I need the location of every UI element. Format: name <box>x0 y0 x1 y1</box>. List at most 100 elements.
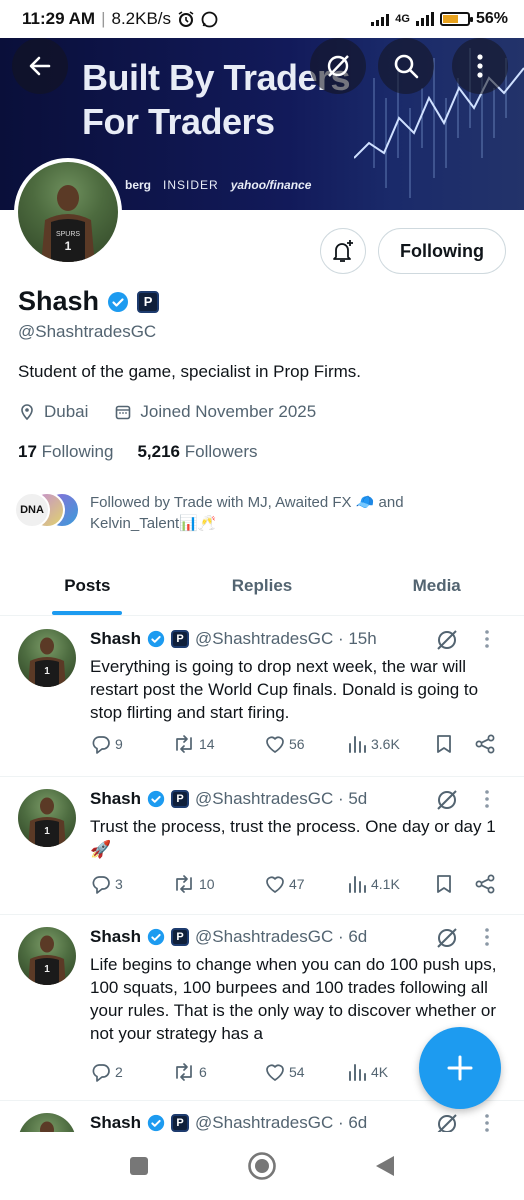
more-vertical-icon[interactable] <box>484 629 490 649</box>
logo-yahoo-finance: yahoo/finance <box>230 178 312 192</box>
bookmark-button[interactable] <box>434 873 474 895</box>
grok-button[interactable] <box>310 38 366 94</box>
recents-icon[interactable] <box>128 1155 150 1177</box>
more-vertical-icon[interactable] <box>484 1113 490 1133</box>
affiliate-badge-icon: P <box>171 790 190 808</box>
more-vertical-icon[interactable] <box>484 927 490 947</box>
post-text: Trust the process, trust the process. On… <box>90 817 496 859</box>
following-count: 17 <box>18 442 37 461</box>
press-logos: berg INSIDER yahoo/finance <box>125 178 311 192</box>
reply-icon <box>92 876 110 894</box>
views-button[interactable]: 4.1K <box>346 873 434 895</box>
grok-icon[interactable] <box>434 787 460 813</box>
post-header: Shash P @ShashtradesGC · 6d <box>90 1113 367 1133</box>
more-button[interactable] <box>452 38 508 94</box>
grok-icon <box>327 55 349 77</box>
followed-by-text: Followed by Trade with MJ, Awaited FX 🧢 … <box>90 492 450 534</box>
like-button[interactable]: 54 <box>264 1061 346 1083</box>
system-nav-bar <box>0 1132 524 1200</box>
repost-button[interactable]: 14 <box>172 733 264 755</box>
post-avatar[interactable]: 1 <box>18 629 76 687</box>
compose-post-button[interactable] <box>419 1027 501 1109</box>
post-author-name[interactable]: Shash <box>90 789 141 809</box>
location-icon <box>21 404 33 421</box>
profile-tabs: Posts Replies Media <box>0 556 524 616</box>
avatar-person-graphic: 1 <box>28 935 66 985</box>
share-button[interactable] <box>474 733 496 755</box>
more-vertical-icon[interactable] <box>484 789 490 809</box>
followed-by[interactable]: DNA Followed by Trade with MJ, Awaited F… <box>14 492 450 534</box>
network-type: 4G <box>395 13 410 25</box>
battery-percent: 56% <box>475 10 508 27</box>
grok-icon[interactable] <box>434 925 460 951</box>
bell-plus-icon <box>333 240 353 262</box>
more-vertical-icon <box>477 54 483 78</box>
followed-by-line2: Kelvin_Talent📊🥂 <box>90 515 217 532</box>
notifications-button[interactable] <box>320 228 366 274</box>
avatar-person-graphic: 1 <box>28 637 66 687</box>
tab-media[interactable]: Media <box>349 556 524 615</box>
tab-posts[interactable]: Posts <box>0 556 175 615</box>
reply-count: 2 <box>115 1064 123 1080</box>
battery-icon <box>439 12 473 26</box>
reply-count: 3 <box>115 876 123 892</box>
post-item[interactable]: 1 Shash P @ShashtradesGC · 15h Everything is… <box>0 617 524 777</box>
affiliate-badge-icon: P <box>171 630 190 648</box>
reply-button[interactable]: 3 <box>90 873 172 895</box>
svg-text:1: 1 <box>65 239 72 253</box>
post-actions: 9 14 56 3.6K <box>90 733 500 755</box>
affiliate-badge-icon[interactable]: P <box>137 290 160 313</box>
profile-avatar[interactable]: SPURS 1 <box>14 158 122 266</box>
home-icon[interactable] <box>247 1151 277 1181</box>
repost-button[interactable]: 6 <box>172 1061 264 1083</box>
share-icon <box>475 874 495 894</box>
repost-button[interactable]: 10 <box>172 873 264 895</box>
followers-link[interactable]: 5,216 Followers <box>137 442 257 462</box>
plus-icon <box>447 1055 473 1081</box>
views-count: 4K <box>371 1064 389 1080</box>
post-author-name[interactable]: Shash <box>90 1113 141 1133</box>
views-button[interactable]: 3.6K <box>346 733 434 755</box>
wifi-signal-icon <box>371 12 390 26</box>
following-button[interactable]: Following <box>378 228 506 274</box>
post-handle-time: @ShashtradesGC · 6d <box>195 1113 368 1132</box>
logo-insider: INSIDER <box>163 178 219 192</box>
profile-location: Dubai <box>44 402 89 421</box>
reply-button[interactable]: 2 <box>90 1061 172 1083</box>
reply-icon <box>92 1064 110 1082</box>
bookmark-button[interactable] <box>434 733 474 755</box>
search-button[interactable] <box>378 38 434 94</box>
reply-button[interactable]: 9 <box>90 733 172 755</box>
post-author-name[interactable]: Shash <box>90 629 141 649</box>
back-button[interactable] <box>12 38 68 94</box>
post-item[interactable]: 1 Shash P @ShashtradesGC · 5d Trust the proc… <box>0 777 524 915</box>
profile-bio: Student of the game, specialist in Prop … <box>18 362 361 381</box>
like-button[interactable]: 56 <box>264 733 346 755</box>
profile-handle: @ShashtradesGC <box>18 322 157 341</box>
affiliate-badge-icon: P <box>171 1114 190 1132</box>
avatar-person-graphic: 1 <box>28 797 66 847</box>
post-handle-time: @ShashtradesGC · 15h <box>195 629 377 648</box>
profile-joined: Joined November 2025 <box>140 402 317 421</box>
post-avatar[interactable]: 1 <box>18 789 76 847</box>
post-actions: 3 10 47 4.1K <box>90 873 500 895</box>
reply-count: 9 <box>115 736 123 752</box>
verified-badge-icon[interactable] <box>107 291 129 313</box>
tab-replies[interactable]: Replies <box>175 556 350 615</box>
svg-text:1: 1 <box>44 666 50 677</box>
repost-icon <box>176 1063 192 1081</box>
following-link[interactable]: 17 Following <box>18 442 113 462</box>
status-time: 11:29 AM <box>22 9 96 28</box>
profile-meta: Dubai Joined November 2025 <box>18 402 316 422</box>
post-header: Shash P @ShashtradesGC · 15h <box>90 629 377 649</box>
back-triangle-icon[interactable] <box>374 1154 396 1178</box>
like-count: 54 <box>289 1064 305 1080</box>
post-author-name[interactable]: Shash <box>90 927 141 947</box>
followers-label: Followers <box>184 442 258 461</box>
post-avatar[interactable]: 1 <box>18 927 76 985</box>
followed-by-line1: Followed by Trade with MJ, Awaited FX 🧢 … <box>90 494 404 511</box>
share-button[interactable] <box>474 873 496 895</box>
grok-icon[interactable] <box>434 627 460 653</box>
like-button[interactable]: 47 <box>264 873 346 895</box>
alarm-icon <box>178 11 194 27</box>
